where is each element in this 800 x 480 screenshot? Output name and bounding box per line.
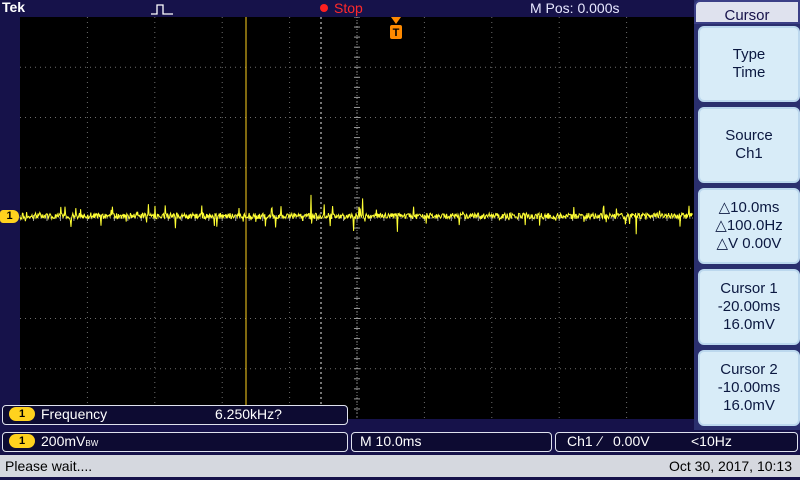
delta-frequency: △100.0Hz [715,217,783,234]
trigger-source: Ch1 [567,433,593,449]
cursor-2-button[interactable]: Cursor 2 -10.00ms 16.0mV [698,350,800,426]
graticule[interactable] [20,17,694,419]
measurement-name: Frequency [41,406,108,422]
trigger-readout[interactable]: Ch1 ∕ 0.00V <10Hz [555,432,798,452]
cursor-2-label: Cursor 2 [720,361,778,378]
trigger-level: 0.00V [613,433,650,449]
cursor-source-value: Ch1 [735,145,763,162]
horizontal-position: M Pos: 0.000s [530,0,620,16]
stop-indicator-icon [320,4,328,12]
horizontal-scale-readout[interactable]: M 10.0ms [351,432,552,452]
cursor-1-time: -20.00ms [717,298,781,315]
cursor-1-label: Cursor 1 [720,280,778,297]
cursor-type-button[interactable]: Type Time [698,26,800,102]
cursor-type-value: Time [732,64,766,81]
vertical-channel-badge: 1 [9,434,35,448]
status-message: Please wait.... [5,458,93,474]
measurement-channel-badge: 1 [9,407,35,421]
cursor-source-button[interactable]: Source Ch1 [698,107,800,183]
panel-title: Cursor [694,0,800,24]
cursor-type-label: Type [732,46,766,63]
delta-time: △10.0ms [718,199,780,216]
trigger-slope-icon: ∕ [599,433,602,449]
run-state: Stop [320,0,363,16]
pulse-trigger-icon [151,4,173,15]
bandwidth-limit-indicator: BW [85,439,99,448]
measurement-value: 6.250kHz? [215,406,282,422]
channel-1-level-marker[interactable]: 1 [0,210,19,223]
status-bar: Please wait.... Oct 30, 2017, 10:13 [0,455,800,477]
run-state-label: Stop [334,0,363,16]
status-datetime: Oct 30, 2017, 10:13 [669,458,792,474]
measurement-readout[interactable]: 1 Frequency 6.250kHz? [2,405,348,425]
brand-label: Tek [2,0,26,15]
vertical-scale-readout[interactable]: 1 200mVBW [2,432,348,452]
cursor-2-time: -10.00ms [717,379,781,396]
cursor-1-button[interactable]: Cursor 1 -20.00ms 16.0mV [698,269,800,345]
cursor-2-voltage: 16.0mV [723,397,775,414]
grid-layer [20,17,694,419]
cursor-1-voltage: 16.0mV [723,316,775,333]
top-bar: Tek Stop M Pos: 0.000s [0,0,694,17]
trigger-frequency: <10Hz [691,433,732,449]
cursor-delta-readout[interactable]: △10.0ms △100.0Hz △V 0.00V [698,188,800,264]
delta-voltage: △V 0.00V [716,235,782,252]
cursor-side-panel: Cursor Type Time Source Ch1 △10.0ms △100… [694,0,800,430]
cursor-source-label: Source [725,127,773,144]
vertical-scale: 200mV [41,433,86,449]
